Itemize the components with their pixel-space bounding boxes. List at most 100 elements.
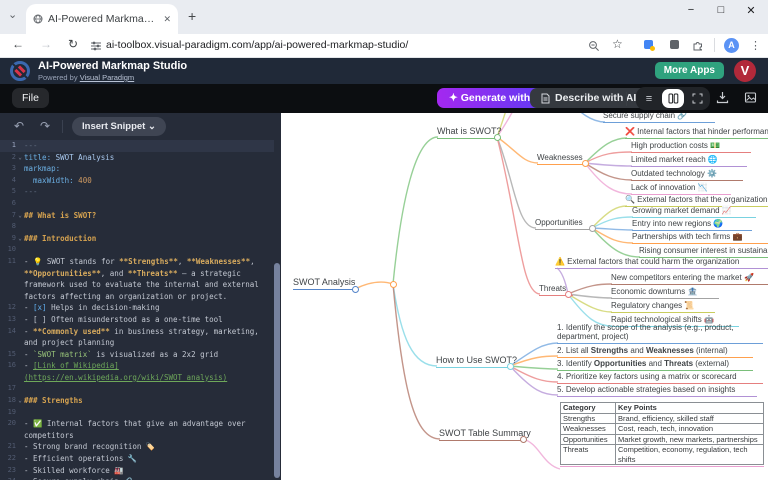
node-growing-market-demand[interactable]: Growing market demand 📈 bbox=[632, 206, 756, 218]
node-secure-supply-chain[interactable]: Secure supply chain 🔗 bbox=[603, 113, 715, 123]
file-menu-button[interactable]: File bbox=[12, 88, 49, 108]
node-root-swot-analysis[interactable]: SWOT Analysis bbox=[293, 277, 357, 290]
node-new-competitors[interactable]: New competitors entering the market 🚀 bbox=[611, 273, 768, 285]
code-text: and project planning bbox=[24, 337, 114, 349]
export-image-icon[interactable] bbox=[744, 91, 757, 104]
node-swot-table-summary-collapse-dot[interactable] bbox=[520, 436, 527, 443]
redo-icon[interactable]: ↷ bbox=[40, 119, 50, 133]
insert-snippet-button[interactable]: Insert Snippet ⌄ bbox=[72, 117, 166, 136]
download-icon[interactable] bbox=[716, 91, 729, 104]
line-number: 13 bbox=[0, 314, 16, 326]
window-minimize-button[interactable]: − bbox=[676, 4, 706, 16]
node-partnerships-tech-firms[interactable]: Partnerships with tech firms 💼 bbox=[632, 232, 768, 244]
fullscreen-view-button[interactable] bbox=[686, 89, 708, 108]
table-cell: Market growth, new markets, partnerships bbox=[616, 434, 764, 445]
undo-icon[interactable]: ↶ bbox=[14, 119, 24, 133]
fold-gutter bbox=[16, 279, 24, 291]
editor-only-view-button[interactable]: ≡ bbox=[638, 89, 660, 108]
site-settings-icon[interactable] bbox=[90, 40, 102, 52]
node-economic-downturns[interactable]: Economic downturns 🏦 bbox=[611, 287, 719, 299]
code-text: - Efficient operations 🔧 bbox=[24, 453, 137, 465]
node-threats-collapse-dot[interactable] bbox=[565, 291, 572, 298]
back-icon[interactable]: ← bbox=[12, 37, 24, 51]
code-line: framework used to evaluate the internal … bbox=[0, 279, 274, 291]
table-cell: Competition, economy, regulation, tech s… bbox=[616, 445, 764, 465]
node-weaknesses-collapse-dot[interactable] bbox=[582, 160, 589, 167]
line-number bbox=[0, 291, 16, 303]
node-external-factors-threats[interactable]: ⚠️ External factors that could harm the … bbox=[555, 257, 768, 269]
fold-gutter bbox=[16, 256, 24, 268]
node-lack-of-innovation[interactable]: Lack of innovation 📉 bbox=[631, 183, 731, 195]
reload-icon[interactable]: ↻ bbox=[68, 37, 78, 51]
code-area[interactable]: 1---2⌄title: SWOT Analysis3markmap:4 max… bbox=[0, 140, 274, 480]
node-regulatory-changes[interactable]: Regulatory changes 📜 bbox=[611, 301, 715, 313]
extension-chat-icon[interactable] bbox=[670, 40, 679, 49]
node-what-is-swot-collapse-dot[interactable] bbox=[494, 134, 501, 141]
code-line: 24- Secure supply chain 🔗 bbox=[0, 476, 274, 480]
app-window: ⌄ AI-Powered Markmap Studio ✕ + − □ ✕ ← … bbox=[0, 0, 768, 480]
code-text: maxWidth: 400 bbox=[24, 175, 92, 187]
vp-badge[interactable]: V bbox=[734, 60, 756, 82]
window-maximize-button[interactable]: □ bbox=[706, 4, 736, 16]
node-step-2[interactable]: 2. List all Strengths and Weaknesses (in… bbox=[557, 346, 753, 358]
tab-search-chevron-icon[interactable]: ⌄ bbox=[8, 8, 17, 21]
node-step-4[interactable]: 4. Prioritize key factors using a matrix… bbox=[557, 372, 763, 384]
table-header: Category bbox=[561, 403, 616, 414]
app-header: AI-Powered Markmap Studio Powered by Vis… bbox=[0, 58, 768, 84]
split-view-icon bbox=[668, 93, 679, 104]
node-how-to-use-swot-collapse-dot[interactable] bbox=[507, 363, 514, 370]
line-number: 19 bbox=[0, 407, 16, 419]
mindmap-canvas[interactable]: Secure supply chain 🔗 ❌ Internal factors … bbox=[281, 113, 768, 480]
tab-close-icon[interactable]: ✕ bbox=[163, 14, 171, 25]
node-step-1[interactable]: 1. Identify the scope of the analysis (e… bbox=[557, 323, 763, 344]
fold-gutter bbox=[16, 326, 24, 338]
describe-with-ai-label: Describe with AI bbox=[555, 92, 636, 104]
node-entry-new-regions[interactable]: Entry into new regions 🌍 bbox=[632, 219, 752, 231]
fold-chevron-icon[interactable]: ⌄ bbox=[16, 152, 24, 164]
browser-tab[interactable]: AI-Powered Markmap Studio ✕ bbox=[26, 4, 178, 34]
node-step-3[interactable]: 3. Identify Opportunities and Threats (e… bbox=[557, 359, 753, 371]
new-tab-button[interactable]: + bbox=[188, 8, 196, 24]
browser-menu-icon[interactable]: ⋮ bbox=[750, 39, 761, 52]
node-swot-table-summary[interactable]: SWOT Table Summary bbox=[439, 428, 525, 441]
fold-chevron-icon[interactable]: ⌄ bbox=[16, 210, 24, 222]
node-outdated-technology[interactable]: Outdated technology ⚙️ bbox=[631, 169, 743, 181]
visual-paradigm-link[interactable]: Visual Paradigm bbox=[80, 73, 134, 82]
node-what-is-swot[interactable]: What is SWOT? bbox=[437, 126, 501, 139]
bookmark-star-icon[interactable]: ☆ bbox=[612, 37, 623, 51]
fold-gutter bbox=[16, 418, 24, 430]
describe-with-ai-button[interactable]: Describe with AI bbox=[530, 88, 647, 108]
table-cell: Cost, reach, tech, innovation bbox=[616, 424, 764, 435]
fold-chevron-icon[interactable]: ⌄ bbox=[16, 395, 24, 407]
sparkle-icon: ✦ bbox=[449, 92, 461, 104]
map-link bbox=[510, 343, 558, 366]
code-text: ## What is SWOT? bbox=[24, 210, 96, 222]
visual-paradigm-logo-icon bbox=[10, 61, 30, 81]
node-opportunities[interactable]: Opportunities bbox=[535, 218, 593, 230]
node-opportunities-collapse-dot[interactable] bbox=[589, 225, 596, 232]
node-how-to-use-swot[interactable]: How to Use SWOT? bbox=[436, 355, 512, 368]
extension-icon[interactable] bbox=[644, 40, 653, 49]
profile-avatar[interactable]: A bbox=[724, 38, 739, 53]
node-root-swot-analysis-collapse-dot[interactable] bbox=[352, 286, 359, 293]
node-branch-junction-collapse-dot[interactable] bbox=[390, 281, 397, 288]
markdown-editor-pane[interactable]: ↶ ↷ Insert Snippet ⌄ 1---2⌄title: SWOT A… bbox=[0, 113, 281, 480]
fold-chevron-icon[interactable]: ⌄ bbox=[16, 233, 24, 245]
node-high-production-costs[interactable]: High production costs 💵 bbox=[631, 141, 751, 153]
fold-gutter bbox=[16, 383, 24, 395]
more-apps-button[interactable]: More Apps bbox=[655, 62, 724, 79]
editor-scrollbar[interactable] bbox=[274, 263, 280, 478]
node-internal-factors-weaknesses[interactable]: ❌ Internal factors that hinder performan… bbox=[625, 127, 768, 139]
table-row: OpportunitiesMarket growth, new markets,… bbox=[561, 434, 764, 445]
forward-icon[interactable]: → bbox=[40, 37, 52, 51]
code-text: --- bbox=[24, 186, 38, 198]
extensions-puzzle-icon[interactable] bbox=[692, 39, 705, 52]
node-limited-market-reach[interactable]: Limited market reach 🌐 bbox=[631, 155, 747, 167]
url-text[interactable]: ai-toolbox.visual-paradigm.com/app/ai-po… bbox=[106, 39, 408, 51]
node-step-5[interactable]: 5. Develop actionable strategies based o… bbox=[557, 385, 757, 397]
split-view-button[interactable] bbox=[662, 89, 684, 108]
zoom-icon[interactable] bbox=[588, 40, 600, 52]
map-link bbox=[585, 163, 632, 166]
code-line: 22- Efficient operations 🔧 bbox=[0, 453, 274, 465]
window-close-button[interactable]: ✕ bbox=[736, 4, 766, 17]
